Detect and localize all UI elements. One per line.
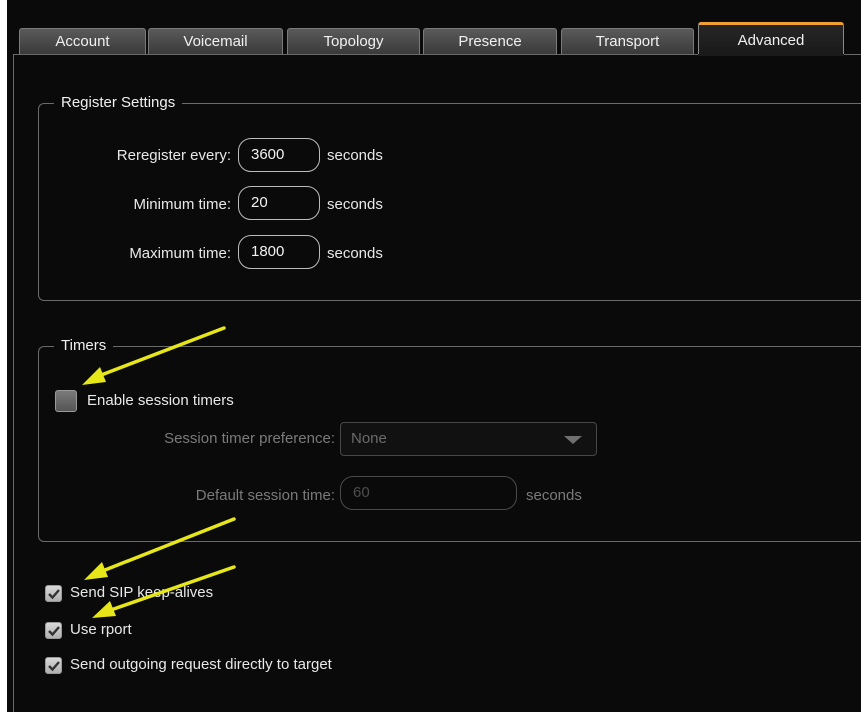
session-timer-preference-value: None	[351, 430, 387, 447]
maximum-time-label: Maximum time:	[129, 245, 231, 262]
minimum-time-unit: seconds	[327, 196, 383, 213]
tab-transport[interactable]: Transport	[561, 28, 694, 54]
maximum-time-input[interactable]: 1800	[238, 235, 320, 269]
checkmark-icon	[48, 589, 60, 600]
tab-account[interactable]: Account	[19, 28, 146, 54]
session-timer-preference-select[interactable]: None	[340, 422, 597, 456]
default-session-time-input[interactable]: 60	[340, 476, 517, 510]
checkmark-icon	[48, 661, 60, 672]
maximum-time-unit: seconds	[327, 245, 383, 262]
minimum-time-input[interactable]: 20	[238, 186, 320, 220]
send-directly-to-target-label: Send outgoing request directly to target	[70, 656, 332, 673]
reregister-input[interactable]: 3600	[238, 138, 320, 172]
checkmark-icon	[48, 626, 60, 637]
register-settings-legend: Register Settings	[54, 94, 183, 112]
enable-session-timers-checkbox[interactable]	[55, 390, 77, 412]
enable-session-timers-label: Enable session timers	[87, 392, 234, 409]
session-timer-preference-label: Session timer preference:	[164, 430, 335, 447]
use-rport-label: Use rport	[70, 621, 132, 638]
send-directly-to-target-checkbox[interactable]	[45, 657, 62, 674]
send-sip-keepalives-label: Send SIP keep-alives	[70, 584, 214, 601]
minimum-time-label: Minimum time:	[133, 196, 231, 213]
default-session-time-label: Default session time:	[195, 487, 335, 504]
timers-legend: Timers	[54, 337, 114, 355]
chevron-down-icon	[564, 436, 582, 444]
reregister-label: Reregister every:	[116, 147, 231, 164]
tab-topology[interactable]: Topology	[287, 28, 420, 54]
default-session-time-unit: seconds	[526, 487, 582, 504]
use-rport-checkbox[interactable]	[45, 622, 62, 639]
tab-presence[interactable]: Presence	[423, 28, 557, 54]
tab-voicemail[interactable]: Voicemail	[148, 28, 283, 54]
send-sip-keepalives-checkbox[interactable]	[45, 585, 62, 602]
reregister-unit: seconds	[327, 147, 383, 164]
tab-advanced[interactable]: Advanced	[698, 22, 844, 54]
